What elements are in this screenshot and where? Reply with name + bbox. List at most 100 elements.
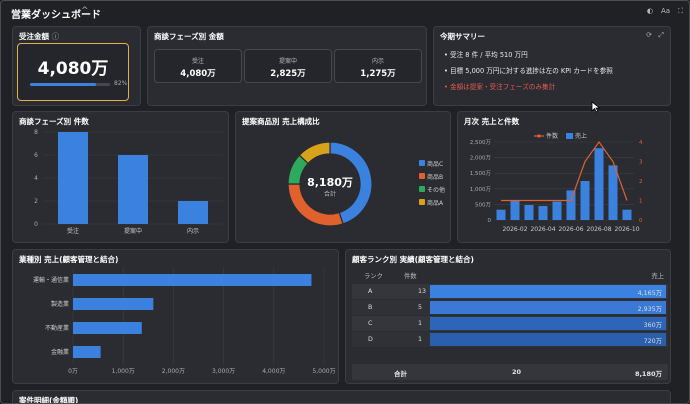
phase-count-panel: 商談フェーズ別 件数 0 2 4 6 8 受注 提案中 内示 bbox=[12, 111, 229, 243]
count-cell: 1 bbox=[418, 336, 423, 343]
summary-panel: 今期サマリー ⟳ ⤢ • 受注 8 件 / 平均 510 万円 • 目標 5,0… bbox=[433, 26, 671, 106]
summary-item: • 目標 5,000 万円に対する進捗は左の KPI カードを参照 bbox=[444, 67, 613, 75]
kpi-progress-label: 82% bbox=[114, 80, 128, 87]
sales-bar bbox=[594, 148, 604, 220]
rank-table-header: ランク 件数 売上 bbox=[352, 268, 668, 281]
kpi-panel: 受注金額 ⓘ 4,080万 82% bbox=[12, 26, 141, 106]
x-tick-label: 2026-04 bbox=[530, 226, 555, 233]
rank-cell: A bbox=[368, 288, 373, 295]
y-right-tick-label: 1 bbox=[639, 199, 643, 205]
rank-cell: D bbox=[368, 336, 373, 343]
rank-table-row[interactable]: C 1 360万 bbox=[352, 316, 668, 331]
phase-amount-title: 商談フェーズ別 金額 bbox=[154, 32, 224, 41]
sales-cell: 720万 bbox=[643, 338, 662, 345]
detail-title: 案件明細(金額順) bbox=[19, 396, 79, 404]
sales-cell: 360万 bbox=[643, 322, 662, 329]
kpi-card[interactable]: 4,080万 82% bbox=[17, 43, 129, 101]
x-tick-label: 2,000万 bbox=[162, 368, 185, 375]
y-left-tick-label: 500万 bbox=[475, 201, 491, 208]
legend-swatch bbox=[566, 133, 573, 139]
count-cell: 5 bbox=[418, 304, 423, 311]
y-tick-label: 0 bbox=[34, 221, 38, 228]
rank-cell: C bbox=[368, 320, 373, 327]
header-rank: ランク bbox=[364, 273, 383, 280]
rank-table-row[interactable]: B 5 2,935万 bbox=[352, 300, 668, 315]
y-left-tick-label: 2,000万 bbox=[470, 155, 492, 162]
y-right-tick-label: 2 bbox=[639, 179, 643, 185]
donut-center-label: 合計 bbox=[324, 190, 336, 198]
x-tick-label: 提案中 bbox=[124, 227, 142, 235]
y-left-tick-label: 1,500万 bbox=[470, 170, 492, 177]
composition-donut-chart: 8,180万合計 商品C 商品B その他商品A bbox=[287, 141, 445, 227]
phase-value: 1,275万 bbox=[360, 69, 396, 79]
sales-bar bbox=[580, 181, 590, 220]
legend-swatch bbox=[419, 186, 425, 192]
y-left-tick-label: 1,000万 bbox=[470, 186, 492, 193]
total-label: 合計 bbox=[394, 370, 407, 378]
x-tick-label: 2026-02 bbox=[502, 226, 527, 233]
rank-table-row[interactable]: D 1 720万 bbox=[352, 332, 668, 347]
x-tick-label: 内示 bbox=[187, 227, 199, 235]
y-right-tick-label: 0 bbox=[639, 218, 643, 224]
kpi-value: 4,080万 bbox=[37, 59, 109, 79]
sales-bar bbox=[608, 165, 618, 220]
x-tick-label: 2026-10 bbox=[614, 226, 639, 233]
y-tick-label: 金融業 bbox=[51, 348, 69, 356]
legend-swatch bbox=[419, 173, 425, 179]
count-cell: 13 bbox=[418, 288, 427, 295]
kpi-progress-fill bbox=[30, 83, 96, 86]
y-right-tick-label: 3 bbox=[639, 160, 643, 166]
info-icon[interactable]: ⓘ bbox=[52, 32, 60, 41]
x-tick-label: 3,000万 bbox=[212, 368, 235, 375]
phase-box-won[interactable]: 受注 4,080万 bbox=[154, 49, 242, 83]
total-count: 20 bbox=[512, 368, 522, 376]
bar bbox=[73, 298, 154, 310]
theme-toggle-icon[interactable]: ◐ bbox=[647, 7, 653, 16]
sales-bar bbox=[538, 205, 548, 220]
y-tick-label: 運輸・通信業 bbox=[33, 276, 69, 284]
y-right-tick-label: 4 bbox=[639, 140, 643, 146]
x-tick-label: 2026-06 bbox=[558, 226, 583, 233]
collapse-chevron-icon[interactable]: ^ bbox=[81, 6, 89, 16]
legend-label: 件数 bbox=[546, 132, 558, 140]
sales-bar bbox=[510, 200, 520, 220]
phase-value: 2,825万 bbox=[270, 69, 306, 79]
x-tick-label: 2026-08 bbox=[586, 226, 611, 233]
phase-label: 内示 bbox=[371, 58, 384, 65]
refresh-icon[interactable]: ⟳ bbox=[646, 31, 652, 39]
industry-panel: 業種別 売上(顧客管理と結合) 0万 1,000万 2,000万 3,000万 4,00… bbox=[12, 249, 339, 384]
legend-swatch bbox=[419, 160, 425, 166]
detail-panel: 案件明細(金額順) bbox=[12, 390, 671, 404]
sales-cell-bar bbox=[430, 333, 666, 346]
bar bbox=[118, 155, 148, 224]
sales-cell: 2,935万 bbox=[637, 306, 662, 313]
summary-item-note: • 金額は提案・受注フェーズのみ集計 bbox=[444, 83, 556, 91]
fullscreen-icon[interactable]: ⛶ bbox=[678, 7, 683, 16]
phase-box-informal[interactable]: 内示 1,275万 bbox=[334, 49, 422, 83]
expand-icon[interactable]: ⤢ bbox=[658, 31, 664, 40]
phase-box-proposing[interactable]: 提案中 2,825万 bbox=[244, 49, 332, 83]
rank-panel: 顧客ランク別 実績(顧客管理と結合) ランク 件数 売上 A 13 4,165万 B 5… bbox=[345, 249, 671, 384]
legend-label: 商品A bbox=[427, 199, 444, 207]
summary-item: • 受注 8 件 / 平均 510 万円 bbox=[444, 51, 528, 59]
bar bbox=[73, 274, 312, 286]
rank-table-row[interactable]: A 13 4,165万 bbox=[352, 284, 668, 299]
phase-label: 提案中 bbox=[278, 58, 297, 65]
phase-label: 受注 bbox=[191, 58, 204, 65]
bar bbox=[178, 201, 208, 224]
kpi-progress-bar bbox=[30, 83, 110, 86]
font-size-icon[interactable]: Aa bbox=[661, 7, 670, 16]
industry-chart: 0万 1,000万 2,000万 3,000万 4,000万 5,000万 運輸・通信業製造… bbox=[33, 268, 336, 375]
count-cell: 1 bbox=[418, 320, 423, 327]
x-tick-label: 受注 bbox=[67, 227, 79, 235]
y-tick-label: 8 bbox=[34, 129, 38, 136]
total-sales: 8,180万 bbox=[634, 370, 662, 378]
sales-bar bbox=[622, 209, 632, 220]
dashboard-window: 営業ダッシュボード ^ ◐ Aa ⛶ 受注金額 ⓘ 4,080万 82% 商談フ… bbox=[0, 0, 690, 404]
donut-center-value: 8,180万 bbox=[307, 176, 353, 189]
monthly-chart: 0 500万 1,000万 1,500万 2,000万 2,500万 0 1 2 3 4 2026-0… bbox=[470, 132, 643, 233]
mouse-cursor-icon bbox=[591, 101, 601, 113]
legend-swatch bbox=[419, 199, 425, 205]
bar bbox=[73, 322, 142, 334]
y-tick-label: 製造業 bbox=[51, 300, 69, 308]
